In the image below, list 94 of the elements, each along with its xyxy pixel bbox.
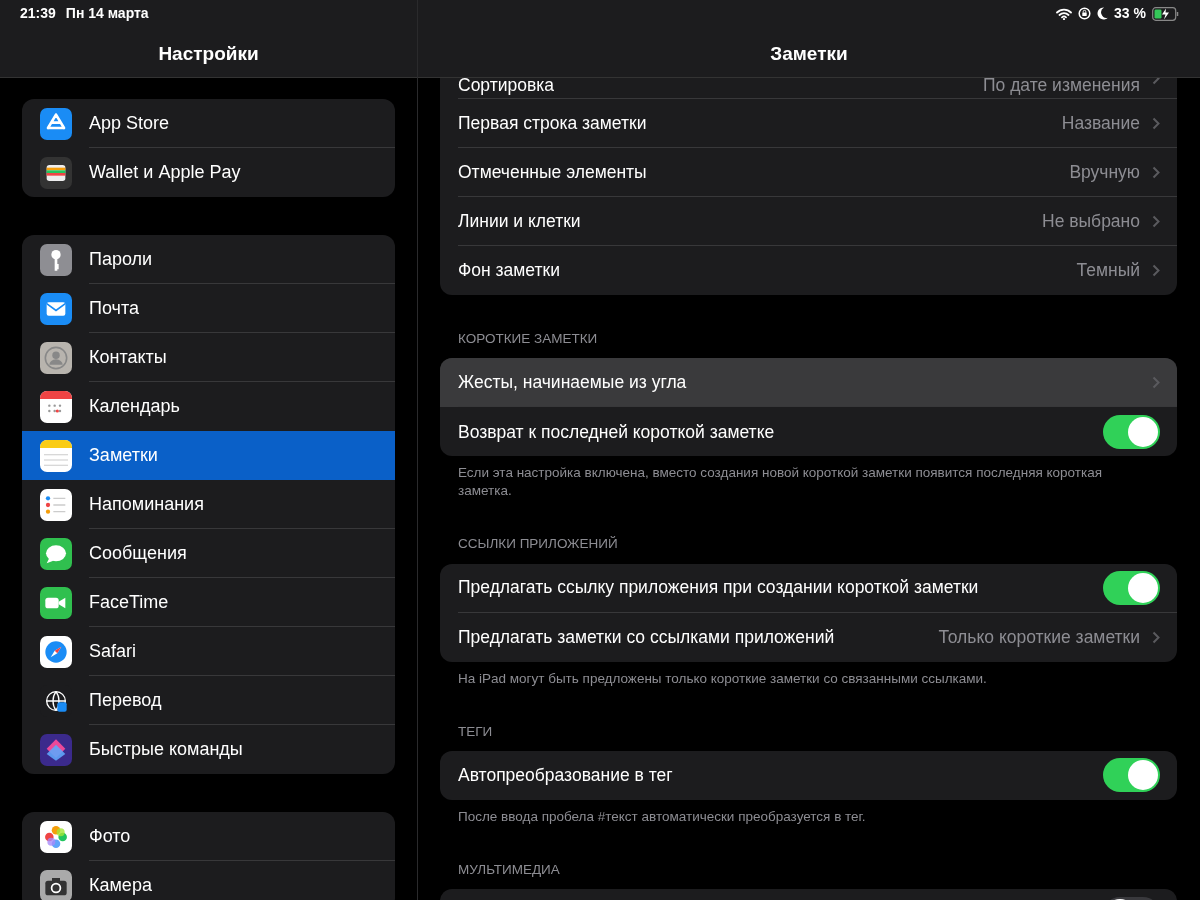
sidebar-label: Фото [89,824,131,848]
chevron-icon [1152,630,1160,644]
sidebar-label: Safari [89,639,137,663]
sidebar-item[interactable]: Фото [22,812,395,861]
sidebar-item[interactable]: Камера [22,861,395,900]
chevron-icon [1152,214,1160,228]
wallet-icon [40,156,72,189]
rotation-lock-icon [1078,7,1092,20]
chevron-icon [1152,375,1160,389]
chevron-icon [1152,264,1160,277]
battery-percent: 33 % [1114,4,1146,23]
settings-row[interactable]: Возврат к последней короткой заметке [440,407,1177,457]
list-icon [40,488,72,521]
calendar-icon [40,390,72,423]
row-label: Предлагать ссылку приложения при создании короткой заметки [458,576,979,600]
sidebar-label: Wallet и Apple Pay [89,161,241,184]
settings-row[interactable]: Предлагать заметки со ссылками приложений Только короткие заметки [440,612,1177,662]
sidebar-item[interactable]: Пароли [22,235,395,284]
layers-icon [40,733,72,766]
section-header: МУЛЬТИМЕДИА [457,860,561,879]
row-label: Предлагать заметки со ссылками приложений [458,625,835,649]
moon-icon [1097,7,1109,20]
sidebar-label: Напоминания [89,492,204,516]
chevron-icon [1152,116,1160,130]
sidebar-label: Почта [89,296,139,320]
row-value: По дате изменения [982,78,1140,97]
row-value: Не выбрано [1042,209,1140,233]
settings-row[interactable]: Линии и клетки Не выбрано [440,197,1177,246]
sidebar-item[interactable]: Календарь [22,382,395,431]
sidebar-label: App Store [89,111,170,135]
row-value: Вручную [1069,160,1140,184]
battery-charging-icon [1152,6,1180,21]
section-footer: Если эта настройка включена, вместо создания новой короткой заметки появится последняя короткая заметка. [440,464,1177,501]
compass-icon [40,635,72,668]
key-icon [40,243,72,276]
settings-row[interactable]: Фон заметки Темный [440,246,1177,295]
envelope-icon [40,292,72,325]
section-footer: После ввода пробела #текст автоматически преобразуется в тег. [440,807,1177,826]
sidebar-label: Календарь [89,395,180,418]
section-header: ТЕГИ [457,722,494,741]
sidebar-item[interactable]: Почта [22,284,395,333]
sidebar-label: Камера [89,874,152,897]
row-label: Автопреобразование в тег [458,764,673,788]
row-value: Темный [1076,259,1140,283]
sidebar-item[interactable]: Перевод [22,676,395,725]
row-label: Фон заметки [458,259,560,283]
toggle-switch[interactable] [1103,414,1160,449]
row-label: Сортировка [458,78,555,97]
row-label: Жесты, начинаемые из угла [458,371,687,395]
sidebar-label: Перевод [89,688,162,712]
sidebar-item[interactable]: Быстрые команды [22,725,395,774]
status-date: Пн 14 марта [65,4,149,23]
sidebar-label: Пароли [89,247,153,271]
flower-icon [40,820,72,853]
status-time: 21:39 [20,4,56,23]
wifi-icon [1056,7,1073,20]
chevron-icon [1152,165,1160,179]
settings-row[interactable]: Отмеченные элементы Вручную [440,148,1177,197]
page-title: Заметки [770,42,848,66]
camera-icon [40,869,72,900]
sidebar-item[interactable]: App Store [22,99,395,148]
settings-row[interactable]: Первая строка заметки Название [440,99,1177,148]
sidebar-item[interactable]: Напоминания [22,480,395,529]
toggle-switch[interactable] [1103,570,1160,605]
sidebar-item[interactable]: Wallet и Apple Pay [22,148,395,197]
sidebar-label: FaceTime [89,590,169,614]
toggle-switch[interactable] [1103,758,1160,793]
row-label: Первая строка заметки [458,111,647,135]
sidebar-item[interactable]: Заметки [22,431,395,480]
row-label: Отмеченные элементы [458,160,647,184]
settings-row[interactable]: Жесты, начинаемые из угла [440,358,1177,408]
notepad-icon [40,439,72,472]
speech-bubble-icon [40,537,72,570]
row-label: Линии и клетки [458,209,581,233]
sidebar-label: Заметки [89,444,158,467]
sidebar-label: Быстрые команды [89,738,243,761]
sidebar-item[interactable]: Сообщения [22,529,395,578]
section-header: КОРОТКИЕ ЗАМЕТКИ [457,330,599,348]
row-label: Возврат к последней короткой заметке [458,420,775,444]
person-icon [40,341,72,374]
video-camera-icon [40,586,72,619]
sidebar-label: Сообщения [89,541,187,565]
section-header: ССЫЛКИ ПРИЛОЖЕНИЙ [457,535,619,554]
settings-row[interactable]: Предлагать ссылку приложения при создании короткой заметки [440,563,1177,613]
sidebar-item[interactable]: Контакты [22,333,395,382]
app-store-icon [40,107,72,140]
sidebar-item[interactable]: FaceTime [22,578,395,627]
section-footer: На iPad могут быть предложены только короткие заметки со связанными ссылками. [440,669,1177,688]
settings-row[interactable]: Сортировка По дате изменения [440,78,1177,99]
sidebar-item[interactable]: Safari [22,627,395,676]
row-value: Название [1061,111,1140,135]
sidebar-label: Контакты [89,345,167,369]
row-value: Только короткие заметки [938,625,1140,649]
sidebar-title: Настройки [158,42,259,66]
